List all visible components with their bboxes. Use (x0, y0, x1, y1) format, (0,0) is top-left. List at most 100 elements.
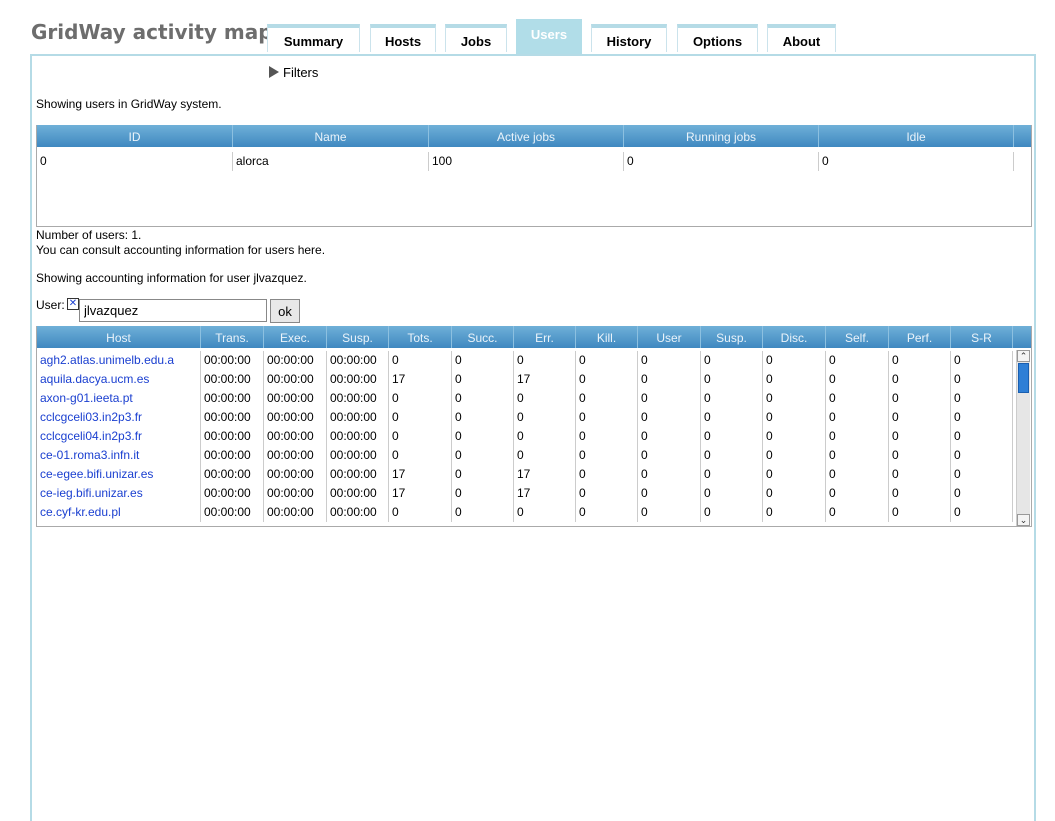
tab-summary[interactable]: Summary (267, 24, 360, 52)
table-cell: 0 (701, 484, 763, 503)
table-cell: 00:00:00 (264, 351, 327, 370)
table-cell: 0 (763, 446, 826, 465)
triangle-right-icon (269, 66, 279, 78)
table-cell: 0 (889, 465, 951, 484)
table-cell: 00:00:00 (201, 484, 264, 503)
table-cell: 0 (763, 351, 826, 370)
table-cell: 0 (576, 370, 638, 389)
column-header[interactable]: Exec. (264, 326, 327, 348)
host-link[interactable]: cclcgceli03.in2p3.fr (37, 408, 201, 427)
table-cell: 0 (389, 351, 452, 370)
ok-button[interactable]: ok (270, 299, 300, 323)
user-input[interactable] (79, 299, 267, 322)
filters-toggle[interactable]: Filters (269, 65, 318, 80)
column-header[interactable]: Host (37, 326, 201, 348)
table-cell: 00:00:00 (327, 446, 389, 465)
table-cell: 0 (576, 389, 638, 408)
column-header[interactable]: Perf. (889, 326, 951, 348)
table-cell: 0 (452, 446, 514, 465)
table-cell: 0 (763, 503, 826, 522)
table-cell: 0 (638, 351, 701, 370)
column-header[interactable]: Kill. (576, 326, 638, 348)
table-cell: 0 (889, 389, 951, 408)
table-cell: 0 (889, 370, 951, 389)
host-link[interactable]: ce-01.roma3.infn.it (37, 446, 201, 465)
table-cell: 00:00:00 (327, 465, 389, 484)
checkbox-x-icon[interactable]: ✕ (67, 298, 79, 310)
table-cell: 0 (763, 389, 826, 408)
table-cell: 0 (514, 351, 576, 370)
tab-history[interactable]: History (591, 24, 667, 52)
host-link[interactable]: agh2.atlas.unimelb.edu.a (37, 351, 201, 370)
tab-about[interactable]: About (767, 24, 836, 52)
column-header[interactable]: Self. (826, 326, 889, 348)
host-link[interactable]: aquila.dacya.ucm.es (37, 370, 201, 389)
column-header[interactable]: Succ. (452, 326, 514, 348)
table-cell: 00:00:00 (264, 503, 327, 522)
column-header[interactable]: Active jobs (429, 125, 624, 147)
table-cell: 00:00:00 (201, 370, 264, 389)
tab-hosts[interactable]: Hosts (370, 24, 436, 52)
users-count: Number of users: 1. (36, 228, 142, 242)
table-cell: 0 (452, 351, 514, 370)
table-cell: 0 (826, 370, 889, 389)
table-cell: 0 (701, 370, 763, 389)
column-header[interactable]: Name (233, 125, 429, 147)
table-cell: 0 (826, 503, 889, 522)
column-header[interactable]: ID (37, 125, 233, 147)
users-table-header: ID Name Active jobs Running jobs Idle (37, 125, 1031, 147)
table-cell: 00:00:00 (201, 408, 264, 427)
table-cell: 00:00:00 (264, 484, 327, 503)
chevron-up-icon[interactable]: ⌃ (1017, 350, 1030, 362)
table-cell: 0 (452, 465, 514, 484)
host-link[interactable]: ce-ieg.bifi.unizar.es (37, 484, 201, 503)
tab-users[interactable]: Users (516, 19, 582, 55)
table-cell: 00:00:00 (327, 503, 389, 522)
app-title: GridWay activity map (31, 20, 273, 44)
table-cell: 0 (452, 503, 514, 522)
table-cell: 17 (389, 465, 452, 484)
table-cell: 0 (514, 427, 576, 446)
tab-jobs[interactable]: Jobs (445, 24, 507, 52)
column-header[interactable]: User (638, 326, 701, 348)
column-header[interactable]: S-R (951, 326, 1013, 348)
column-header[interactable]: Disc. (763, 326, 826, 348)
table-cell: 0 (452, 484, 514, 503)
table-cell: 00:00:00 (201, 465, 264, 484)
users-intro: Showing users in GridWay system. (36, 97, 222, 111)
table-cell: 0 (951, 446, 1013, 465)
host-link[interactable]: ce-egee.bifi.unizar.es (37, 465, 201, 484)
column-header[interactable]: Idle (819, 125, 1014, 147)
table-cell: 0 (452, 389, 514, 408)
table-cell: 00:00:00 (327, 389, 389, 408)
host-link[interactable]: ce.cyf-kr.edu.pl (37, 503, 201, 522)
column-header[interactable]: Running jobs (624, 125, 819, 147)
table-cell: 0 (576, 465, 638, 484)
table-cell: 0 (389, 408, 452, 427)
host-link[interactable]: axon-g01.ieeta.pt (37, 389, 201, 408)
table-cell: 0 (826, 446, 889, 465)
column-header[interactable]: Susp. (701, 326, 763, 348)
column-header[interactable]: Tots. (389, 326, 452, 348)
table-cell: 0 (826, 484, 889, 503)
host-link[interactable]: cclcgceli04.in2p3.fr (37, 427, 201, 446)
table-cell: 0 (951, 484, 1013, 503)
column-header[interactable]: Susp. (327, 326, 389, 348)
scroll-thumb[interactable] (1018, 363, 1029, 393)
table-cell: 0 (889, 408, 951, 427)
column-header[interactable]: Trans. (201, 326, 264, 348)
table-cell: 0 (452, 408, 514, 427)
table-cell: 0 (763, 484, 826, 503)
table-cell: 0 (951, 370, 1013, 389)
table-cell: 0 (826, 351, 889, 370)
table-cell: 0 (889, 503, 951, 522)
tab-options[interactable]: Options (677, 24, 758, 52)
table-cell: 0 (951, 427, 1013, 446)
table-cell: 0 (951, 465, 1013, 484)
chevron-down-icon[interactable]: ⌄ (1017, 514, 1030, 526)
table-cell: 0 (389, 503, 452, 522)
table-cell: 0 (638, 465, 701, 484)
vertical-scrollbar[interactable]: ⌃ ⌄ (1016, 350, 1030, 526)
table-cell: 0 (576, 446, 638, 465)
column-header[interactable]: Err. (514, 326, 576, 348)
